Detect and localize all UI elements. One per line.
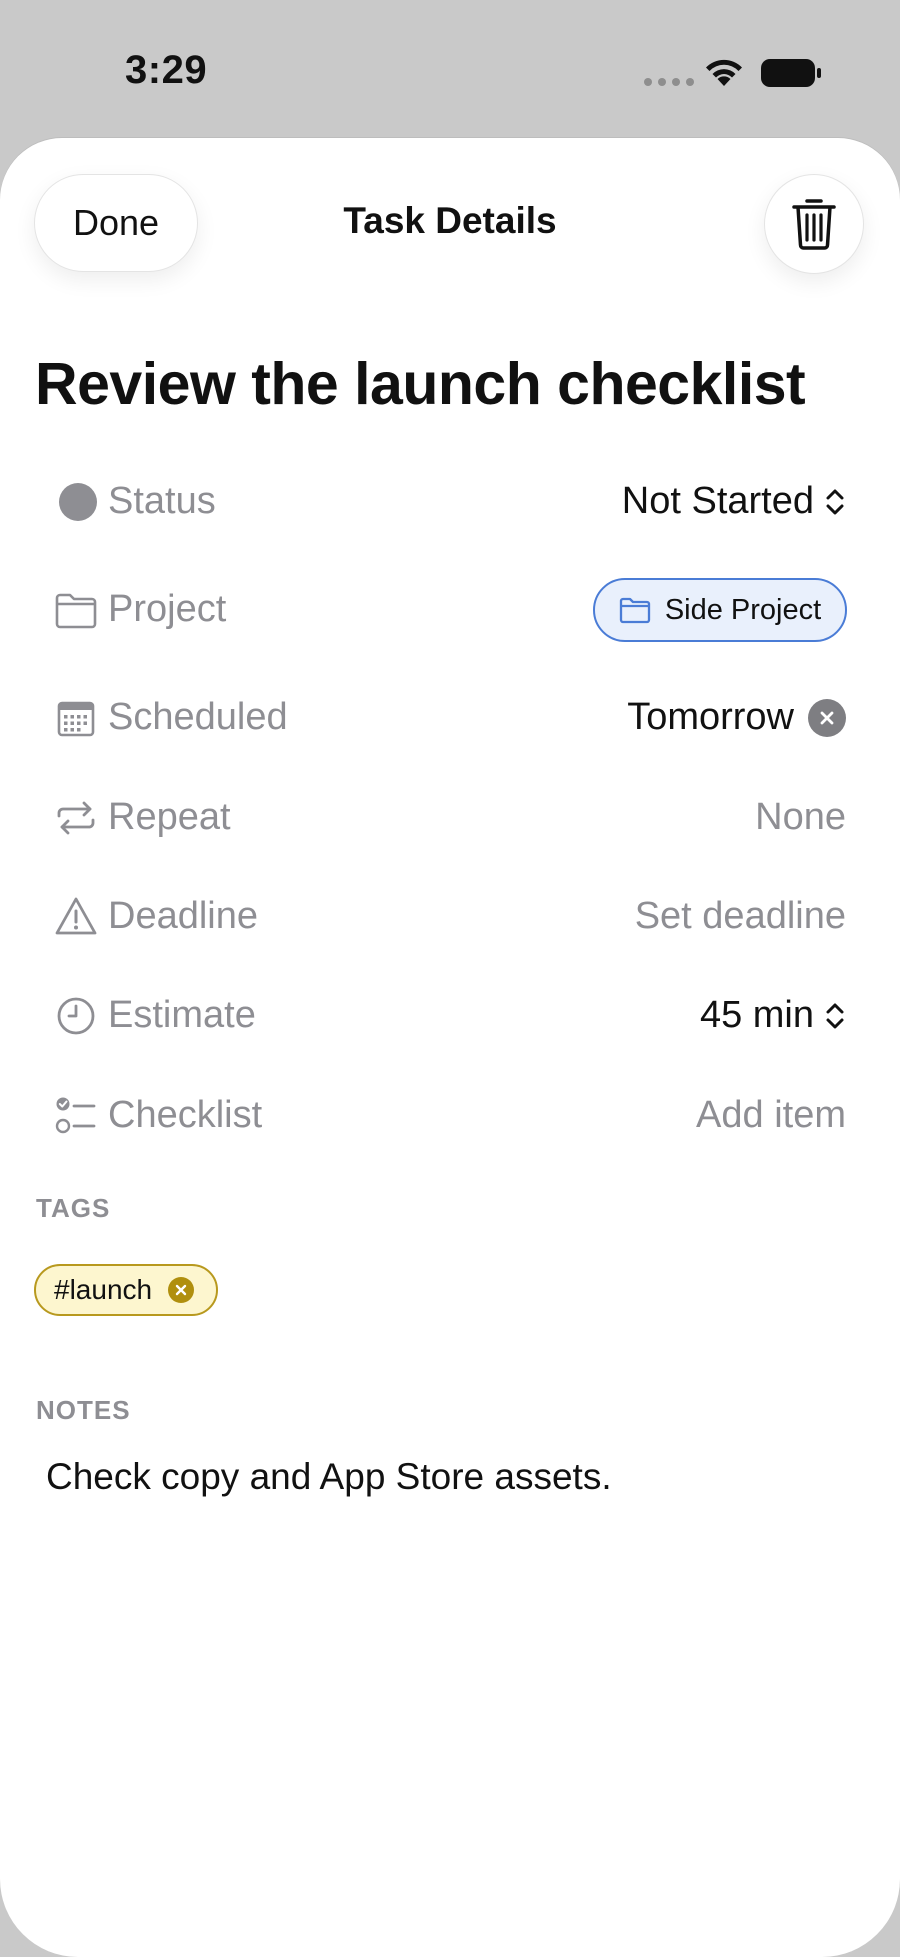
status-row[interactable]: Status Not Started — [0, 462, 900, 542]
status-value-text: Not Started — [621, 480, 814, 522]
estimate-value-text: 45 min — [699, 994, 814, 1036]
checklist-row[interactable]: Checklist Add item — [0, 1076, 900, 1156]
scheduled-value[interactable]: Tomorrow — [627, 696, 846, 739]
battery-icon — [761, 59, 821, 87]
project-chip-label: Side Project — [664, 593, 822, 626]
estimate-label: Estimate — [108, 994, 256, 1036]
close-icon — [820, 711, 834, 724]
project-row: Project Side Project — [0, 570, 900, 650]
status-circle-icon — [52, 478, 100, 526]
status-bar: 3:29 — [0, 0, 900, 140]
chevron-up-down-icon — [826, 489, 844, 514]
repeat-icon — [52, 794, 100, 842]
task-title[interactable]: Review the launch checklist — [35, 350, 806, 418]
notes-textarea[interactable]: Check copy and App Store assets. — [46, 1456, 612, 1498]
close-icon — [175, 1284, 187, 1296]
scheduled-value-text: Tomorrow — [627, 696, 794, 738]
notes-header: NOTES — [36, 1395, 131, 1425]
tag-chip[interactable]: #launch — [34, 1264, 219, 1316]
checklist-label: Checklist — [108, 1094, 263, 1136]
status-time: 3:29 — [125, 48, 208, 92]
estimate-row[interactable]: Estimate 45 min — [0, 976, 900, 1056]
repeat-row[interactable]: Repeat None — [0, 778, 900, 858]
deadline-label: Deadline — [108, 895, 258, 937]
repeat-value[interactable]: None — [755, 796, 846, 839]
warning-icon — [52, 893, 100, 941]
remove-tag-button[interactable] — [168, 1277, 195, 1303]
trash-icon — [792, 199, 836, 250]
wifi-icon — [706, 59, 742, 86]
folder-icon — [619, 597, 650, 624]
status-label: Status — [108, 480, 216, 522]
repeat-label: Repeat — [108, 796, 231, 838]
task-details-sheet: Done Task Details Review the launch chec… — [0, 138, 900, 1957]
estimate-value[interactable]: 45 min — [700, 994, 846, 1037]
project-label: Project — [108, 588, 227, 630]
screen: 3:29 Done Task Details Review the launch… — [0, 0, 900, 1957]
deadline-row[interactable]: Deadline Set deadline — [0, 877, 900, 957]
deadline-value[interactable]: Set deadline — [635, 895, 846, 938]
scheduled-row[interactable]: Scheduled Tomorrow — [0, 678, 900, 758]
checklist-icon — [52, 1092, 100, 1140]
signal-dots-icon — [644, 78, 694, 86]
chevron-up-down-icon — [826, 1003, 844, 1028]
project-chip[interactable]: Side Project — [593, 578, 847, 642]
delete-button[interactable] — [764, 174, 864, 274]
tag-label: #launch — [54, 1274, 153, 1305]
status-value[interactable]: Not Started — [622, 480, 846, 523]
clock-icon — [52, 992, 100, 1040]
checklist-add-item[interactable]: Add item — [696, 1094, 846, 1137]
scheduled-label: Scheduled — [108, 696, 288, 738]
folder-icon — [52, 586, 100, 634]
calendar-icon — [52, 694, 100, 742]
tags-header: TAGS — [36, 1193, 111, 1223]
clear-schedule-button[interactable] — [808, 698, 846, 737]
